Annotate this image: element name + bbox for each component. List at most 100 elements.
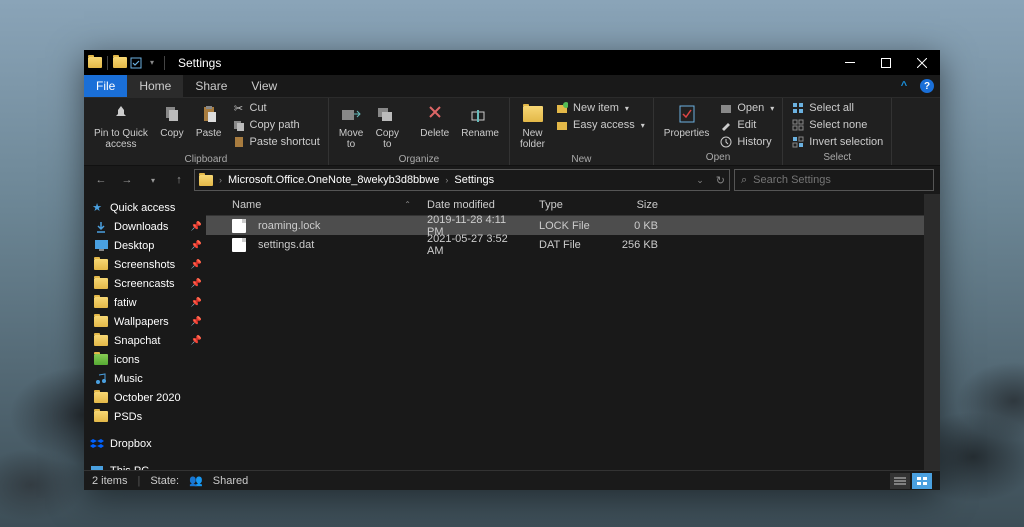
item-count: 2 items — [92, 475, 127, 487]
window-title: Settings — [178, 56, 221, 70]
ribbon-collapse-icon[interactable]: ^ — [894, 75, 914, 97]
breadcrumb-segment[interactable]: Microsoft.Office.OneNote_8wekyb3d8bbwe — [228, 174, 439, 186]
pin-to-quick-access-button[interactable]: Pin to Quick access — [90, 100, 152, 152]
close-button[interactable] — [904, 50, 940, 75]
paste-button[interactable]: Paste — [192, 100, 226, 141]
open-button[interactable]: Open▾ — [717, 100, 776, 116]
select-none-button[interactable]: Select none — [789, 117, 885, 133]
delete-button[interactable]: Delete — [416, 100, 453, 141]
chevron-right-icon[interactable]: › — [445, 175, 448, 185]
breadcrumb-segment[interactable]: Settings — [454, 174, 494, 186]
status-bar: 2 items | State: 👥 Shared — [84, 470, 940, 490]
paste-shortcut-button[interactable]: Paste shortcut — [230, 134, 322, 150]
address-bar[interactable]: › Microsoft.Office.OneNote_8wekyb3d8bbwe… — [194, 169, 730, 191]
up-button[interactable]: ↑ — [168, 169, 190, 191]
file-icon — [232, 219, 246, 233]
details-view-button[interactable] — [890, 473, 910, 489]
minimize-button[interactable] — [832, 50, 868, 75]
select-all-button[interactable]: Select all — [789, 100, 885, 116]
sidebar-item-october-2020[interactable]: October 2020 — [84, 388, 206, 407]
select-all-icon — [791, 101, 805, 115]
search-icon: ⌕ — [741, 174, 747, 187]
address-dropdown-icon[interactable]: ⌄ — [696, 175, 704, 186]
copy-path-button[interactable]: Copy path — [230, 117, 322, 133]
chevron-right-icon[interactable]: › — [219, 175, 222, 185]
history-button[interactable]: History — [717, 134, 776, 150]
sidebar-item-wallpapers[interactable]: Wallpapers📌 — [84, 312, 206, 331]
search-input[interactable] — [753, 174, 927, 186]
pin-icon: 📌 — [191, 297, 202, 308]
qat-dropdown-icon[interactable]: ▾ — [145, 56, 159, 70]
explorer-window: ▾ Settings File Home Share View ^ ? Pin … — [84, 50, 940, 490]
column-type[interactable]: Type — [531, 199, 611, 211]
sidebar-item-desktop[interactable]: Desktop📌 — [84, 236, 206, 255]
sidebar-item-screenshots[interactable]: Screenshots📌 — [84, 255, 206, 274]
copy-to-icon — [375, 102, 399, 126]
sidebar-item-label: Screenshots — [114, 259, 175, 271]
folder-icon — [94, 392, 108, 404]
tab-home[interactable]: Home — [127, 75, 183, 97]
tab-share[interactable]: Share — [183, 75, 239, 97]
ribbon-tabs: File Home Share View ^ ? — [84, 75, 940, 98]
back-button[interactable]: ← — [90, 169, 112, 191]
this-pc-item[interactable]: This PC — [84, 461, 206, 470]
pin-icon: 📌 — [191, 240, 202, 251]
file-row[interactable]: roaming.lock2019-11-28 4:11 PMLOCK File0… — [206, 216, 924, 235]
qat-properties-icon[interactable] — [129, 56, 143, 70]
navigation-pane[interactable]: ★Quick access Downloads📌Desktop📌Screensh… — [84, 194, 206, 470]
sidebar-item-fatiw[interactable]: fatiw📌 — [84, 293, 206, 312]
ribbon: Pin to Quick access Copy Paste ✂Cut Copy… — [84, 98, 940, 166]
sidebar-item-psds[interactable]: PSDs — [84, 407, 206, 426]
folder-icon — [94, 297, 108, 309]
rename-button[interactable]: Rename — [457, 100, 503, 141]
scrollbar[interactable] — [924, 194, 940, 470]
new-item-icon — [555, 101, 569, 115]
tab-file[interactable]: File — [84, 75, 127, 97]
sidebar-item-music[interactable]: Music — [84, 369, 206, 388]
qat-folder-icon[interactable] — [113, 57, 127, 68]
search-box[interactable]: ⌕ — [734, 169, 934, 191]
dropbox-icon — [90, 438, 104, 450]
pin-icon — [109, 102, 133, 126]
edit-button[interactable]: Edit — [717, 117, 776, 133]
help-icon[interactable]: ? — [920, 79, 934, 93]
cut-button[interactable]: ✂Cut — [230, 100, 322, 116]
new-item-button[interactable]: New item▾ — [553, 100, 647, 116]
refresh-button[interactable]: ↻ — [716, 174, 725, 187]
maximize-button[interactable] — [868, 50, 904, 75]
sidebar-item-screencasts[interactable]: Screencasts📌 — [84, 274, 206, 293]
copy-to-button[interactable]: Copy to — [371, 100, 403, 152]
properties-button[interactable]: Properties — [660, 100, 714, 141]
paste-icon — [197, 102, 221, 126]
easy-access-button[interactable]: Easy access▾ — [553, 117, 647, 133]
desktop-icon — [94, 240, 108, 252]
invert-selection-button[interactable]: Invert selection — [789, 134, 885, 150]
sort-indicator-icon: ⌃ — [404, 200, 411, 209]
dropbox-item[interactable]: Dropbox — [84, 434, 206, 453]
edit-icon — [719, 118, 733, 132]
tab-view[interactable]: View — [239, 75, 289, 97]
sidebar-item-label: Music — [114, 373, 143, 385]
move-to-button[interactable]: Move to — [335, 100, 367, 152]
file-row[interactable]: settings.dat2021-05-27 3:52 AMDAT File25… — [206, 235, 924, 254]
thumbnails-view-button[interactable] — [912, 473, 932, 489]
recent-dropdown-icon[interactable]: ▾ — [142, 169, 164, 191]
download-icon — [94, 221, 108, 233]
quick-access-header[interactable]: ★Quick access — [84, 198, 206, 217]
column-date[interactable]: Date modified — [419, 199, 531, 211]
forward-button[interactable]: → — [116, 169, 138, 191]
shared-icon: 👥 — [189, 474, 203, 487]
open-icon — [719, 101, 733, 115]
shared-text: Shared — [213, 475, 248, 487]
sidebar-item-icons[interactable]: icons — [84, 350, 206, 369]
sidebar-item-label: icons — [114, 354, 140, 366]
new-folder-button[interactable]: New folder — [516, 100, 549, 152]
sidebar-item-snapchat[interactable]: Snapchat📌 — [84, 331, 206, 350]
sidebar-item-label: October 2020 — [114, 392, 181, 404]
sidebar-item-downloads[interactable]: Downloads📌 — [84, 217, 206, 236]
copy-button[interactable]: Copy — [156, 100, 188, 141]
titlebar[interactable]: ▾ Settings — [84, 50, 940, 75]
file-type: LOCK File — [531, 220, 611, 232]
column-size[interactable]: Size — [611, 199, 666, 211]
column-name[interactable]: Name⌃ — [224, 199, 419, 211]
